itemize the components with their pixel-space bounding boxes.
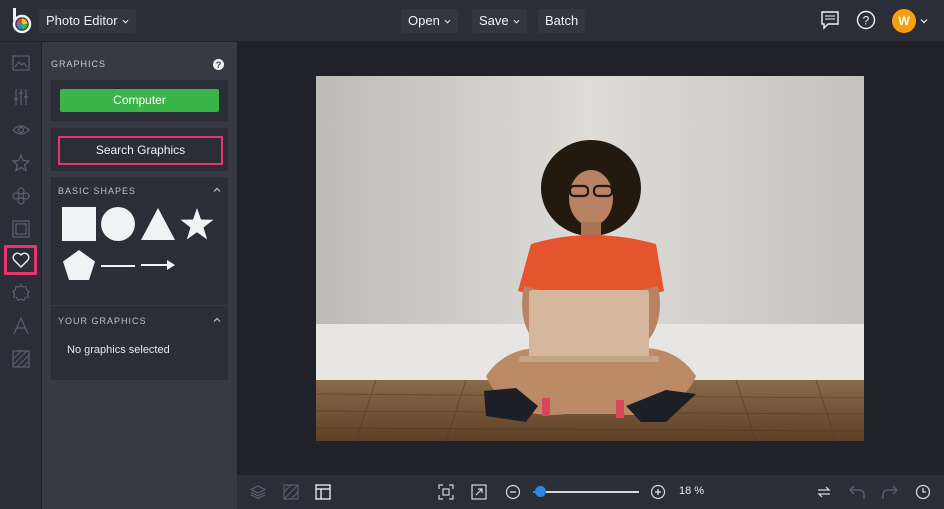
chevron-down-icon[interactable]: [920, 17, 928, 25]
shapes-card: BASIC SHAPES YOUR GRAPHICS No graphics s…: [51, 177, 228, 380]
app-menu-label: Photo Editor: [46, 13, 118, 28]
frame-icon[interactable]: [4, 214, 38, 244]
star-icon[interactable]: [4, 148, 38, 178]
history-icon[interactable]: [915, 484, 931, 505]
help-icon[interactable]: ?: [213, 57, 224, 75]
section-divider: [51, 305, 228, 306]
photo-image[interactable]: [316, 76, 864, 441]
undo-icon[interactable]: [849, 484, 865, 505]
graphics-panel: GRAPHICS ? Computer Search Graphics BASI…: [42, 42, 237, 509]
pentagon-shape[interactable]: [62, 249, 96, 281]
badge-icon[interactable]: [4, 278, 38, 308]
app-menu-button[interactable]: Photo Editor: [39, 9, 136, 33]
svg-text:?: ?: [863, 14, 870, 28]
arrow-shape[interactable]: [141, 259, 175, 271]
batch-label: Batch: [545, 13, 579, 28]
circle-shape[interactable]: [101, 207, 135, 241]
chevron-down-icon: [444, 19, 451, 24]
compare-icon[interactable]: [816, 484, 832, 505]
graphics-heart-icon[interactable]: [4, 245, 37, 275]
adjust-icon[interactable]: [4, 82, 38, 112]
edit-icon[interactable]: [4, 48, 38, 78]
star-shape[interactable]: [180, 207, 214, 241]
bottom-toolbar: 18 %: [237, 475, 944, 509]
zoom-out-icon[interactable]: [505, 484, 521, 505]
layout-icon[interactable]: [315, 484, 331, 505]
square-shape[interactable]: [62, 207, 96, 241]
befunky-logo-icon[interactable]: [10, 8, 34, 34]
zoom-percentage: 18 %: [679, 485, 705, 497]
redo-icon[interactable]: [882, 484, 898, 505]
zoom-slider-thumb[interactable]: [535, 486, 546, 497]
svg-text:?: ?: [216, 60, 222, 70]
computer-button[interactable]: Computer: [60, 89, 219, 112]
user-avatar[interactable]: W: [892, 9, 916, 33]
top-bar: Photo Editor Open Save Batch ? W: [0, 0, 944, 42]
search-graphics-button[interactable]: Search Graphics: [58, 136, 223, 165]
computer-card: Computer: [51, 80, 228, 121]
tool-rail: [0, 42, 42, 509]
text-icon[interactable]: [4, 311, 38, 341]
batch-button[interactable]: Batch: [538, 9, 586, 33]
zoom-slider[interactable]: [533, 486, 639, 497]
save-menu-button[interactable]: Save: [472, 9, 527, 33]
your-graphics-title: YOUR GRAPHICS: [58, 316, 147, 326]
chevron-down-icon: [122, 19, 129, 24]
search-card: Search Graphics: [51, 128, 228, 171]
basic-shapes-title: BASIC SHAPES: [58, 186, 137, 196]
panel-title: GRAPHICS: [51, 59, 107, 69]
zoom-in-icon[interactable]: [650, 484, 666, 505]
help-icon[interactable]: ?: [856, 10, 876, 35]
no-graphics-text: No graphics selected: [67, 344, 170, 356]
comments-icon[interactable]: [820, 10, 840, 35]
chevron-up-icon[interactable]: [213, 186, 221, 194]
texture-icon[interactable]: [4, 344, 38, 374]
expand-icon[interactable]: [471, 484, 487, 505]
eye-icon[interactable]: [4, 115, 38, 145]
photo-canvas[interactable]: [316, 76, 864, 441]
open-label: Open: [408, 13, 440, 28]
fit-screen-icon[interactable]: [438, 484, 454, 505]
touch-up-icon[interactable]: [4, 181, 38, 211]
transparency-icon[interactable]: [283, 484, 299, 505]
canvas-area: [237, 42, 944, 475]
line-shape[interactable]: [101, 264, 135, 268]
save-label: Save: [479, 13, 509, 28]
open-menu-button[interactable]: Open: [401, 9, 458, 33]
chevron-down-icon: [513, 19, 520, 24]
layers-icon[interactable]: [249, 484, 267, 505]
triangle-shape[interactable]: [141, 207, 175, 241]
chevron-up-icon[interactable]: [213, 316, 221, 324]
